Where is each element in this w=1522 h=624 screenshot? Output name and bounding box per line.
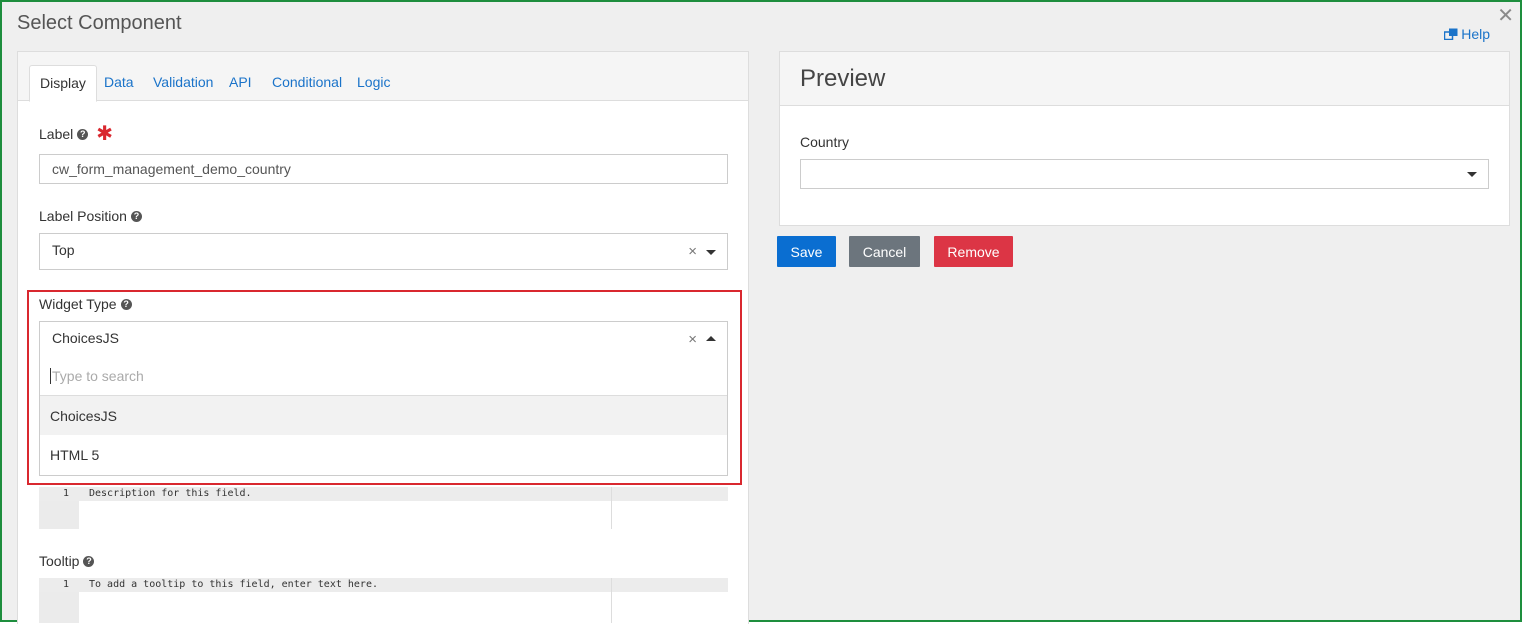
dropdown-option-html5[interactable]: HTML 5	[40, 435, 727, 474]
print-margin	[611, 578, 612, 623]
line-number: 1	[62, 579, 69, 590]
tab-logic[interactable]: Logic	[347, 65, 400, 101]
widget-type-dropdown: ChoicesJS HTML 5	[39, 356, 728, 476]
required-asterisk-icon: ✱	[96, 123, 114, 145]
select-component-modal: Select Component ✕ Help Display Data Val…	[0, 0, 1522, 624]
label-field-text: Label	[39, 126, 74, 142]
widget-type-text: Widget Type	[39, 296, 117, 312]
tab-data[interactable]: Data	[94, 65, 144, 101]
tab-conditional[interactable]: Conditional	[262, 65, 352, 101]
remove-button[interactable]: Remove	[934, 236, 1013, 267]
preview-title: Preview	[800, 65, 886, 92]
cancel-button[interactable]: Cancel	[849, 236, 920, 267]
tab-api[interactable]: API	[219, 65, 262, 101]
tooltip-label: Tooltip ?	[39, 553, 95, 569]
label-position-value: Top	[52, 242, 75, 258]
print-margin	[611, 487, 612, 529]
widget-type-value: ChoicesJS	[52, 330, 119, 346]
question-circle-icon[interactable]: ?	[77, 128, 89, 140]
label-position-label: Label Position ?	[39, 208, 142, 224]
widget-type-label: Widget Type ?	[39, 296, 132, 312]
preview-country-select[interactable]	[800, 159, 1489, 189]
tab-display[interactable]: Display	[29, 65, 97, 102]
chevron-down-icon[interactable]	[1467, 172, 1477, 177]
preview-field-label: Country	[800, 134, 850, 150]
clear-icon[interactable]: ×	[688, 331, 697, 348]
line-number: 1	[62, 488, 69, 499]
label-input[interactable]: cw_form_management_demo_country	[39, 154, 728, 184]
modal-title: Select Component	[17, 12, 182, 34]
tooltip-text: To add a tooltip to this field, enter te…	[89, 579, 378, 590]
edit-panel: Display Data Validation API Conditional …	[17, 51, 749, 624]
tooltip-label-text: Tooltip	[39, 553, 80, 569]
question-circle-icon[interactable]: ?	[130, 210, 142, 222]
label-position-select[interactable]: Top ×	[39, 233, 728, 270]
dropdown-option-choicesjs[interactable]: ChoicesJS	[40, 396, 727, 435]
dropdown-search-input[interactable]	[50, 367, 650, 384]
question-circle-icon[interactable]: ?	[120, 298, 132, 310]
preview-panel: Preview Country	[779, 51, 1510, 226]
tooltip-editor[interactable]: 1 To add a tooltip to this field, enter …	[39, 578, 728, 623]
description-text: Description for this field.	[89, 488, 252, 499]
close-icon[interactable]: ✕	[1497, 6, 1514, 26]
question-circle-icon[interactable]: ?	[83, 555, 95, 567]
label-position-text: Label Position	[39, 208, 127, 224]
tab-bar: Display Data Validation API Conditional …	[18, 52, 748, 102]
external-link-icon	[1444, 28, 1458, 40]
save-button[interactable]: Save	[777, 236, 836, 267]
dropdown-search	[40, 356, 727, 396]
tab-validation[interactable]: Validation	[143, 65, 223, 101]
label-field-label: Label ? ✱	[39, 123, 114, 145]
chevron-down-icon[interactable]	[706, 250, 716, 255]
help-label: Help	[1461, 26, 1490, 42]
help-link[interactable]: Help	[1444, 26, 1490, 42]
chevron-up-icon[interactable]	[706, 336, 716, 341]
widget-type-select[interactable]: ChoicesJS ×	[39, 321, 728, 357]
preview-header: Preview	[780, 52, 1509, 106]
clear-icon[interactable]: ×	[688, 243, 697, 260]
description-editor[interactable]: 1 Description for this field.	[39, 487, 728, 529]
